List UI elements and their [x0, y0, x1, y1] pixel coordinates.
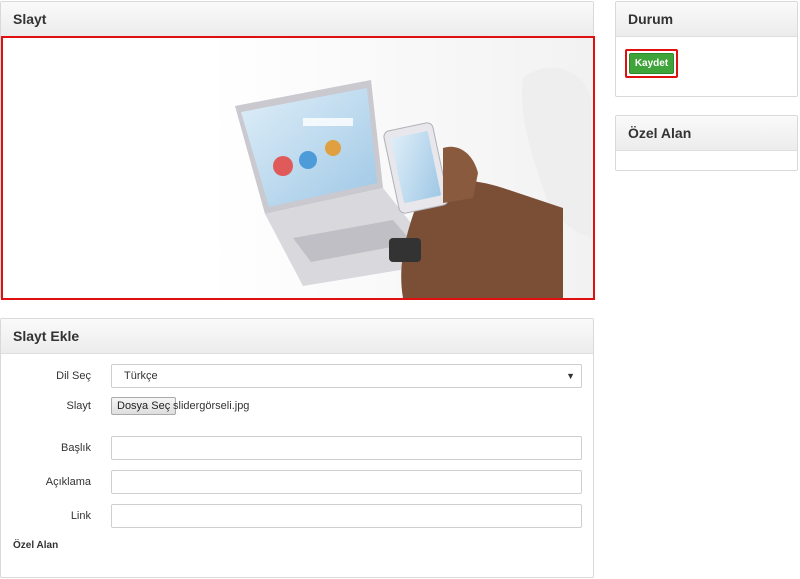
slide-add-title: Slayt Ekle [13, 328, 80, 344]
language-label: Dil Seç [56, 370, 91, 382]
custom-field-panel: Özel Alan [615, 115, 798, 171]
description-field-label: Açıklama [45, 476, 91, 488]
title-row: Başlık [1, 436, 595, 460]
language-select[interactable]: Türkçe ▼ [111, 364, 582, 388]
slide-add-panel: Slayt Ekle Dil Seç Türkçe ▼ Slayt Dosya … [0, 318, 594, 578]
title-input[interactable] [111, 436, 582, 460]
slide-add-header: Slayt Ekle [1, 319, 593, 354]
slide-file-row: Slayt Dosya Seç slidergörseli.jpg [1, 397, 595, 421]
custom-field-panel-header: Özel Alan [616, 116, 797, 151]
chosen-file-name: slidergörseli.jpg [173, 400, 250, 412]
slide-file-label: Slayt [66, 400, 91, 412]
link-row: Link [1, 504, 595, 528]
status-panel-title: Durum [628, 11, 674, 27]
chevron-down-icon: ▼ [566, 371, 575, 381]
description-row: Açıklama [1, 470, 595, 494]
status-panel: Durum Kaydet [615, 1, 798, 97]
title-field-label: Başlık [61, 442, 91, 454]
language-row: Dil Seç Türkçe ▼ [1, 364, 595, 388]
link-input[interactable] [111, 504, 582, 528]
save-button-highlight: Kaydet [625, 49, 678, 78]
language-selected-value: Türkçe [124, 370, 158, 382]
status-panel-header: Durum [616, 2, 797, 37]
description-input[interactable] [111, 470, 582, 494]
slide-panel-header: Slayt [1, 2, 593, 37]
slide-panel: Slayt [0, 1, 595, 300]
custom-field-label: Özel Alan [13, 540, 59, 551]
slide-panel-title: Slayt [13, 11, 47, 27]
slide-image [3, 38, 593, 298]
link-field-label: Link [70, 510, 91, 522]
custom-field-panel-title: Özel Alan [628, 125, 692, 141]
choose-file-button[interactable]: Dosya Seç [111, 397, 177, 415]
slide-preview-frame [1, 36, 595, 300]
save-button[interactable]: Kaydet [629, 53, 674, 74]
